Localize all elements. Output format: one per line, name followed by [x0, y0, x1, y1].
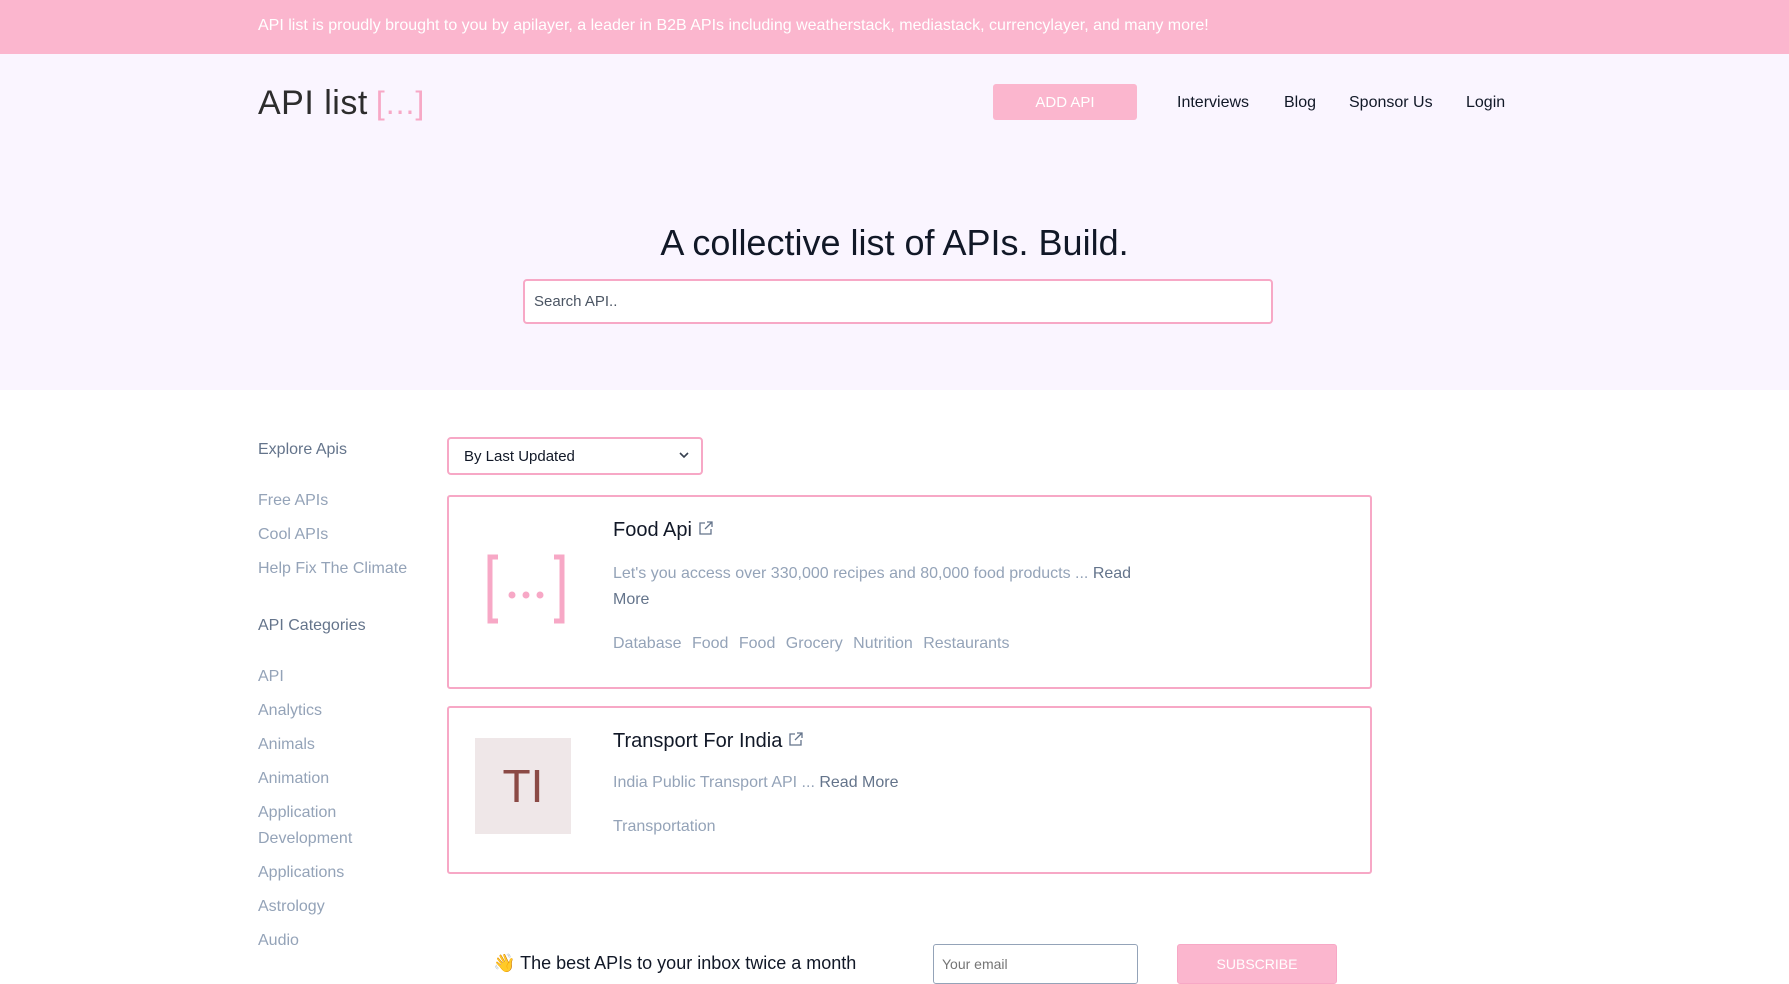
nav-login[interactable]: Login	[1466, 94, 1505, 112]
add-api-button[interactable]: ADD API	[993, 84, 1137, 120]
category-audio[interactable]: Audio	[258, 928, 299, 954]
category-analytics[interactable]: Analytics	[258, 698, 322, 724]
sidebar-item-cool-apis[interactable]: Cool APIs	[258, 522, 328, 548]
newsletter-label: The best APIs to your inbox twice a mont…	[520, 953, 857, 973]
card-description-text: India Public Transport API ...	[613, 774, 815, 791]
newsletter-text: 👋 The best APIs to your inbox twice a mo…	[493, 953, 856, 974]
categories-heading: API Categories	[258, 617, 366, 634]
sidebar-item-help-fix-climate[interactable]: Help Fix The Climate	[258, 556, 407, 582]
category-animation[interactable]: Animation	[258, 766, 329, 792]
card-title[interactable]: Food Api	[613, 519, 714, 542]
nav-sponsor-us[interactable]: Sponsor Us	[1349, 94, 1433, 112]
wave-hand-icon: 👋	[493, 953, 516, 973]
category-animals[interactable]: Animals	[258, 732, 315, 758]
logo-brackets: [...]	[375, 85, 426, 121]
tag[interactable]: Food	[692, 635, 728, 652]
read-more-link[interactable]: Read More	[819, 774, 898, 791]
sort-selected-value: By Last Updated	[464, 448, 575, 465]
tag[interactable]: Database	[613, 635, 682, 652]
category-astrology[interactable]: Astrology	[258, 894, 325, 920]
tag[interactable]: Nutrition	[853, 635, 913, 652]
nav-blog[interactable]: Blog	[1284, 94, 1316, 112]
nav-interviews[interactable]: Interviews	[1177, 94, 1249, 112]
category-applications[interactable]: Applications	[258, 860, 344, 886]
tag-list: Transportation	[613, 818, 722, 836]
card-description: Let's you access over 330,000 recipes an…	[613, 561, 1153, 613]
sidebar-item-free-apis[interactable]: Free APIs	[258, 488, 328, 514]
card-title-text: Transport For India	[613, 730, 783, 752]
api-card[interactable]: Food Api Let's you access over 330,000 r…	[447, 495, 1372, 689]
search-input[interactable]	[523, 279, 1273, 324]
category-api[interactable]: API	[258, 664, 284, 690]
sort-select[interactable]: By Last Updated	[447, 437, 703, 475]
card-title-text: Food Api	[613, 519, 692, 541]
external-link-icon[interactable]	[698, 519, 714, 542]
tag[interactable]: Restaurants	[923, 635, 1009, 652]
subscribe-button[interactable]: SUBSCRIBE	[1177, 944, 1337, 984]
card-description-text: Let's you access over 330,000 recipes an…	[613, 565, 1089, 582]
banner-text: API list is proudly brought to you by ap…	[258, 17, 1209, 34]
site-logo[interactable]: API list [...]	[258, 84, 425, 123]
tag-list: Database Food Food Grocery Nutrition Res…	[613, 635, 1015, 653]
tag[interactable]: Grocery	[786, 635, 843, 652]
logo-text: API list	[258, 84, 368, 122]
page-title: A collective list of APIs. Build.	[660, 222, 1129, 263]
tag[interactable]: Food	[739, 635, 775, 652]
email-field[interactable]	[933, 944, 1138, 984]
chevron-down-icon	[677, 445, 691, 468]
api-thumbnail: TI	[475, 738, 571, 834]
api-card[interactable]: TI Transport For India India Public Tran…	[447, 706, 1372, 874]
card-description: India Public Transport API ... Read More	[613, 770, 1153, 796]
top-banner: API list is proudly brought to you by ap…	[0, 0, 1789, 54]
tag[interactable]: Transportation	[613, 818, 716, 835]
hero-section: API list [...] ADD API Interviews Blog Sp…	[0, 54, 1789, 390]
category-application-development[interactable]: Application Development	[258, 800, 428, 852]
external-link-icon[interactable]	[788, 730, 804, 753]
explore-heading: Explore Apis	[258, 441, 347, 458]
bracket-logo-icon	[486, 549, 566, 629]
card-title[interactable]: Transport For India	[613, 730, 804, 753]
